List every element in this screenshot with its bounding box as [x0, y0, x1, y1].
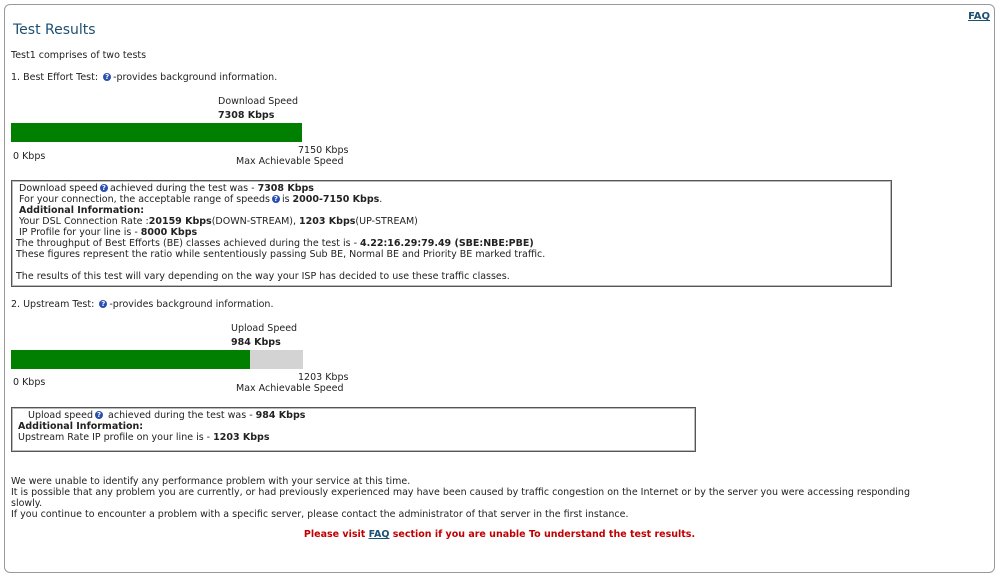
details-text: .	[379, 194, 383, 205]
acceptable-range-value: 2000-7150 Kbps	[292, 194, 380, 205]
details-text: Upstream Rate IP profile on your line is…	[18, 432, 214, 443]
details-line: Upstream Rate IP profile on your line is…	[16, 432, 691, 443]
footer-text-3: If you continue to encounter a problem w…	[11, 509, 629, 520]
details-text: (UP-STREAM)	[355, 216, 418, 227]
details-text: The throughput of Best Efforts (BE) clas…	[16, 238, 361, 249]
upload-achieved-value: 984 Kbps	[255, 410, 306, 421]
download-bar-track	[11, 123, 302, 142]
notice-text: section if you are unable To understand …	[389, 529, 696, 540]
faq-link[interactable]: FAQ	[968, 11, 990, 22]
upload-speed-label: Upload Speed	[231, 323, 298, 334]
notice-text: Please visit	[303, 529, 369, 540]
details-text: is	[281, 194, 293, 205]
upload-scale-max: 1203 Kbps	[298, 372, 349, 383]
best-effort-heading-prefix: 1. Best Effort Test:	[11, 72, 99, 83]
download-scale-max-label: Max Achievable Speed	[236, 156, 344, 167]
upload-speed-value: 984 Kbps	[231, 337, 281, 348]
intro-text: Test1 comprises of two tests	[11, 50, 147, 61]
be-ratio-value: 4.22:16.29:79.49 (SBE:NBE:PBE)	[360, 238, 534, 249]
details-line: Upload speed? achieved during the test w…	[16, 410, 691, 421]
download-bar-fill	[11, 123, 302, 142]
download-speed-label: Download Speed	[218, 96, 299, 107]
download-scale-min: 0 Kbps	[13, 151, 46, 162]
details-text: (DOWN-STREAM),	[211, 216, 300, 227]
details-line: IP Profile for your line is - 8000 Kbps	[16, 227, 887, 238]
upload-scale-min: 0 Kbps	[13, 377, 46, 388]
details-text: IP Profile for your line is -	[19, 227, 141, 238]
best-effort-heading-suffix: -provides background information.	[113, 72, 278, 83]
details-line: The results of this test will vary depen…	[16, 271, 510, 282]
upload-scale-max-label: Max Achievable Speed	[236, 383, 344, 394]
footer-text-2b: slowly.	[11, 498, 43, 509]
additional-info-heading: Additional Information:	[19, 205, 145, 216]
upload-bar-fill	[11, 350, 250, 369]
details-text: Download speed	[19, 183, 98, 194]
details-text: Your DSL Connection Rate :	[19, 216, 149, 227]
info-circle-icon[interactable]: ?	[95, 411, 104, 419]
info-circle-icon[interactable]: ?	[271, 195, 280, 203]
details-line: Download speed? achieved during the test …	[16, 183, 887, 194]
dsl-upstream-value: 1203 Kbps	[299, 216, 356, 227]
ip-profile-value: 8000 Kbps	[140, 227, 198, 238]
details-text: achieved during the test was -	[109, 183, 258, 194]
footer-text-1: We were unable to identify any performan…	[11, 476, 411, 487]
details-line: For your connection, the acceptable rang…	[16, 194, 887, 205]
upstream-ip-profile-value: 1203 Kbps	[213, 432, 270, 443]
upstream-heading-suffix: -provides background information.	[109, 299, 274, 310]
page-title: Test Results	[13, 22, 96, 38]
upstream-heading-prefix: 2. Upstream Test:	[11, 299, 95, 310]
additional-info-heading: Additional Information:	[18, 421, 144, 432]
info-circle-icon[interactable]: ?	[99, 184, 108, 192]
upstream-details: Upload speed? achieved during the test w…	[11, 407, 696, 452]
dsl-downstream-value: 20159 Kbps	[148, 216, 212, 227]
details-line: Additional Information:	[16, 205, 887, 216]
details-line: The throughput of Best Efforts (BE) clas…	[16, 238, 887, 249]
best-effort-details: Download speed? achieved during the test …	[11, 180, 892, 287]
details-line: These figures represent the ratio while …	[16, 249, 546, 260]
upload-bar-track	[11, 350, 303, 369]
footer-text-2a: It is possible that any problem you are …	[11, 487, 910, 498]
details-text: achieved during the test was -	[105, 410, 256, 421]
notice-faq-link[interactable]: FAQ	[369, 529, 390, 540]
download-achieved-value: 7308 Kbps	[257, 183, 314, 194]
details-text: Upload speed	[28, 410, 94, 421]
info-circle-icon[interactable]: ?	[99, 300, 108, 308]
faq-notice: Please visit FAQ section if you are unab…	[0, 529, 999, 540]
details-text: For your connection, the acceptable rang…	[19, 194, 270, 205]
upstream-heading: 2. Upstream Test: ? -provides background …	[11, 299, 273, 310]
best-effort-heading: 1. Best Effort Test: ? -provides backgrou…	[11, 72, 277, 83]
download-scale-max: 7150 Kbps	[298, 145, 349, 156]
download-speed-value: 7308 Kbps	[218, 110, 275, 121]
info-circle-icon[interactable]: ?	[103, 73, 112, 81]
details-line: Additional Information:	[16, 421, 691, 432]
details-line: Your DSL Connection Rate :20159 Kbps(DOW…	[16, 216, 887, 227]
